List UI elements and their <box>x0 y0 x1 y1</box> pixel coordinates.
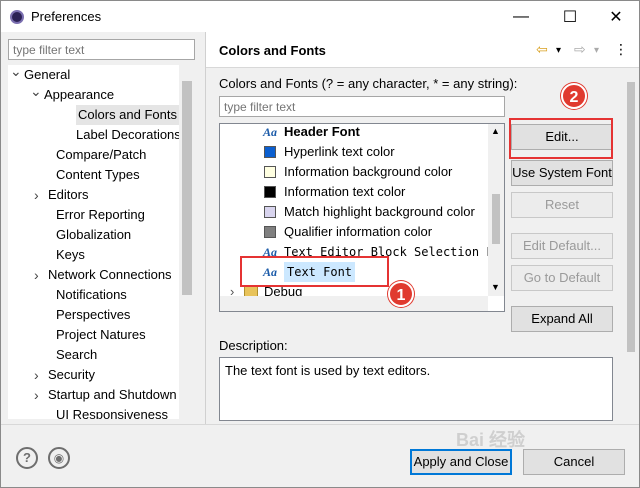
scroll-down-icon[interactable]: ▼ <box>491 282 500 292</box>
use-system-font-button[interactable]: Use System Font <box>511 160 613 186</box>
sidebar-item-label: Globalization <box>56 227 132 242</box>
dialog-button-bar: ? ◉ Apply and Close Cancel <box>1 424 639 487</box>
back-history-dropdown-icon[interactable]: ▾ <box>556 45 561 56</box>
color-swatch-icon <box>264 226 276 238</box>
sidebar-item-label: Network Connections <box>48 267 172 282</box>
fonts-tree-vscroll-thumb[interactable] <box>492 194 500 244</box>
sidebar-item-label: Content Types <box>56 167 140 182</box>
sidebar-scrollbar[interactable] <box>179 65 195 419</box>
preferences-sidebar: ⌄General⌄AppearanceColors and FontsLabel… <box>1 32 205 424</box>
sidebar-item-label: UI Responsiveness <box>56 407 168 419</box>
help-icon[interactable]: ? <box>16 447 38 469</box>
collapsed-twisty-icon[interactable]: › <box>34 365 44 385</box>
description-text: The text font is used by text editors. <box>225 363 431 378</box>
tree-item-label: Information text color <box>284 184 406 199</box>
color-swatch-icon <box>264 186 276 198</box>
expanded-twisty-icon[interactable]: ⌄ <box>30 81 42 101</box>
description-box: The text font is used by text editors. <box>219 357 613 421</box>
sidebar-item-label: Project Natures <box>56 327 146 342</box>
back-arrow-icon[interactable]: ⇦ <box>536 41 548 58</box>
sidebar-item-label: Startup and Shutdown <box>48 387 177 402</box>
cancel-button[interactable]: Cancel <box>523 449 625 475</box>
font-icon: Aa <box>263 125 278 139</box>
fonts-tree-vscrollbar[interactable]: ▲ ▼ <box>488 124 504 296</box>
expanded-twisty-icon[interactable]: ⌄ <box>10 65 22 81</box>
page-scrollbar-thumb[interactable] <box>627 82 635 352</box>
tree-item-label: Information background color <box>284 164 453 179</box>
collapsed-twisty-icon[interactable]: › <box>34 265 44 285</box>
annotation-box-edit <box>509 118 613 159</box>
annotation-badge-2: 2 <box>561 83 587 109</box>
sidebar-item-label: Notifications <box>56 287 127 302</box>
sidebar-item-label: Label Decorations <box>76 127 179 142</box>
sidebar-item-label: Editors <box>48 187 89 202</box>
sidebar-filter-input[interactable] <box>8 39 195 60</box>
sidebar-item-label: Security <box>48 367 95 382</box>
go-to-default-button[interactable]: Go to Default <box>511 265 613 291</box>
page-scrollbar[interactable] <box>624 68 638 424</box>
color-swatch-icon <box>264 206 276 218</box>
expand-all-button[interactable]: Expand All <box>511 306 613 332</box>
reset-button[interactable]: Reset <box>511 192 613 218</box>
title-bar: Preferences — ☐ ✕ <box>1 1 639 32</box>
colors-fonts-intro-label: Colors and Fonts (? = any character, * =… <box>219 76 518 91</box>
sidebar-item-label: Perspectives <box>56 307 131 322</box>
colors-fonts-filter-input[interactable] <box>219 96 505 117</box>
scroll-up-icon[interactable]: ▲ <box>491 126 500 136</box>
tree-item-label: Qualifier information color <box>284 224 433 239</box>
sidebar-item-label: Keys <box>56 247 85 262</box>
minimize-button[interactable]: — <box>498 1 544 32</box>
maximize-button[interactable]: ☐ <box>547 1 593 32</box>
apply-and-close-button[interactable]: Apply and Close <box>410 449 512 475</box>
preferences-tree: ⌄ General ⌄ Appearance Colors and Fonts Label… <box>8 65 179 419</box>
annotation-badge-1: 1 <box>388 281 414 307</box>
collapsed-twisty-icon[interactable]: › <box>34 385 44 405</box>
forward-history-dropdown-icon[interactable]: ▾ <box>594 45 599 56</box>
tree-item-label: Header Font <box>284 124 360 139</box>
collapsed-twisty-icon[interactable]: › <box>34 185 44 205</box>
tree-item-label: Match highlight background color <box>284 204 475 219</box>
window-title: Preferences <box>31 9 102 24</box>
fonts-tree-hscrollbar[interactable] <box>220 296 488 311</box>
sidebar-item-label: Compare/Patch <box>56 147 147 162</box>
sidebar-item-label: Error Reporting <box>56 207 145 222</box>
edit-default-button[interactable]: Edit Default... <box>511 233 613 259</box>
page-header: Colors and Fonts ⇦ ▾ ⇨ ▾ ⋮ <box>206 32 639 68</box>
sidebar-scrollbar-thumb[interactable] <box>182 81 192 295</box>
color-swatch-icon <box>264 146 276 158</box>
import-export-icon[interactable]: ◉ <box>48 447 70 469</box>
view-menu-icon[interactable]: ⋮ <box>614 41 628 58</box>
description-label: Description: <box>219 338 288 353</box>
watermark: Bai 经验 <box>456 430 526 450</box>
close-button[interactable]: ✕ <box>593 1 639 32</box>
sidebar-item-label: Colors and Fonts <box>76 105 179 125</box>
annotation-box-text-font <box>240 256 389 287</box>
eclipse-app-icon <box>10 10 24 24</box>
color-swatch-icon <box>264 166 276 178</box>
sidebar-item-label: Appearance <box>44 87 115 102</box>
page-title: Colors and Fonts <box>219 43 326 58</box>
preferences-window: Preferences — ☐ ✕ ⌄General⌄AppearanceCol… <box>0 0 640 488</box>
tree-item-label: Hyperlink text color <box>284 144 395 159</box>
sidebar-item-label: Search <box>56 347 98 362</box>
forward-arrow-icon[interactable]: ⇨ <box>574 41 586 58</box>
